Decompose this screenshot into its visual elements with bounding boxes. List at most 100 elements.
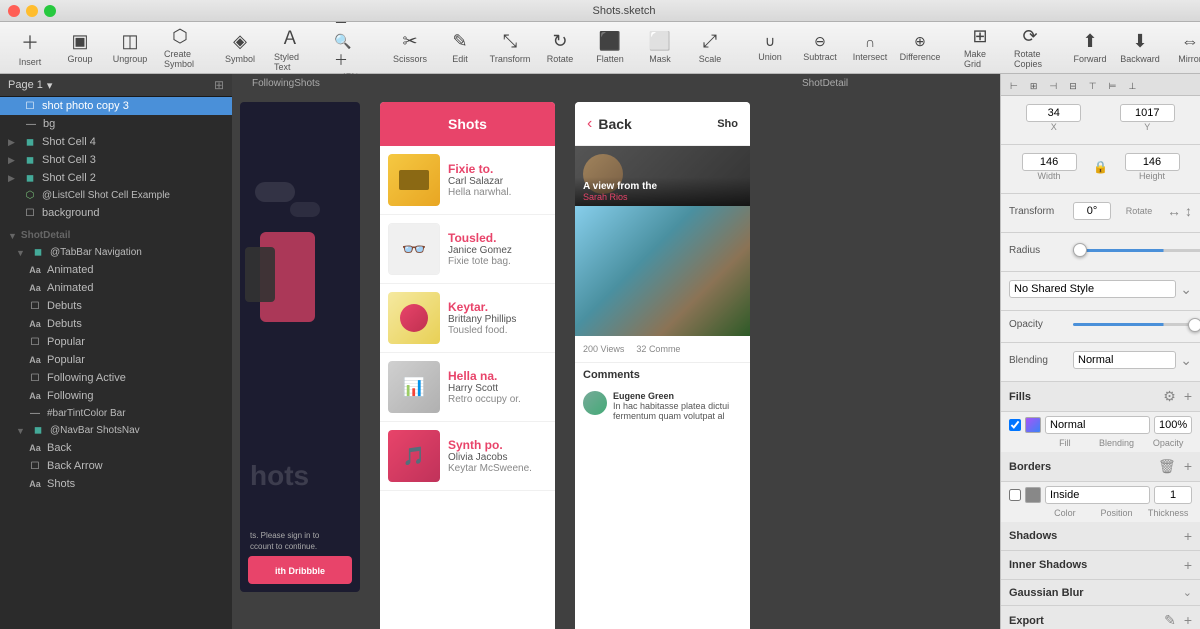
insert-tool[interactable]: ＋ Insert: [8, 25, 52, 71]
shot-card-3[interactable]: 📊 Hella na. Harry Scott Retro occupy or.: [380, 353, 555, 422]
shadows-add-icon[interactable]: +: [1184, 528, 1192, 544]
canvas[interactable]: FollowingShots ShotDetail hots ts. Pleas…: [232, 74, 1000, 629]
flip-v-icon[interactable]: ↕: [1185, 203, 1192, 219]
scissors-tool[interactable]: ✂ Scissors: [388, 27, 432, 68]
make-grid-tool[interactable]: ⊞ Make Grid: [958, 22, 1002, 73]
mask-tool[interactable]: ⬜ Mask: [638, 27, 682, 68]
back-button[interactable]: ‹: [587, 115, 592, 133]
y-input[interactable]: [1120, 104, 1175, 122]
flip-h-icon[interactable]: ↔: [1167, 203, 1181, 219]
layer-following[interactable]: Aa Following: [0, 387, 232, 405]
size-lock-icon[interactable]: 🔒: [1093, 160, 1108, 174]
layer-shot-photo-copy[interactable]: ☐ shot photo copy 3: [0, 97, 232, 115]
difference-tool[interactable]: ⊕ Difference: [898, 29, 942, 66]
union-tool[interactable]: ∪ Union: [748, 29, 792, 66]
intersect-tool[interactable]: ∩ Intersect: [848, 30, 892, 66]
symbol-label: Symbol: [225, 54, 255, 64]
backward-tool[interactable]: ⬇ Backward: [1118, 27, 1162, 68]
width-input[interactable]: [1022, 153, 1077, 171]
transform-tool[interactable]: ⤡ Transform: [488, 27, 532, 68]
borders-add-icon[interactable]: +: [1184, 458, 1192, 475]
fills-add-icon[interactable]: +: [1184, 388, 1192, 405]
style-dropdown-arrow[interactable]: ⌄: [1180, 281, 1192, 298]
layer-animated-2[interactable]: Aa Animated: [0, 279, 232, 297]
inner-shadows-header: Inner Shadows +: [1001, 551, 1200, 580]
layer-navbar[interactable]: ▼ ◼ @NavBar ShotsNav: [0, 422, 232, 439]
shot-card-4[interactable]: 🎵 Synth po. Olivia Jacobs Keytar McSween…: [380, 422, 555, 491]
border-checkbox[interactable]: [1009, 489, 1021, 501]
fullscreen-button[interactable]: [44, 5, 56, 17]
distribute-h-tab[interactable]: ⊟: [1064, 78, 1082, 95]
flatten-tool[interactable]: ⬛ Flatten: [588, 27, 632, 68]
radius-slider[interactable]: [1073, 249, 1200, 252]
borders-remove-icon[interactable]: 🗑: [1158, 458, 1176, 475]
panel-toggle-icon[interactable]: ⊞: [214, 78, 224, 92]
fill-blending-select[interactable]: Normal: [1045, 416, 1150, 434]
fills-settings-icon[interactable]: ⚙: [1163, 388, 1176, 405]
align-bottom-tab[interactable]: ⊥: [1123, 78, 1141, 95]
layer-shots[interactable]: Aa Shots: [0, 475, 232, 493]
layer-tabbar-nav[interactable]: ▼ ◼ @TabBar Navigation: [0, 244, 232, 261]
minimize-button[interactable]: [26, 5, 38, 17]
border-color-swatch[interactable]: [1025, 487, 1041, 503]
rotate-input[interactable]: [1073, 202, 1111, 220]
x-input[interactable]: [1026, 104, 1081, 122]
subtract-tool[interactable]: ⊖ Subtract: [798, 29, 842, 66]
layer-back-arrow[interactable]: ☐ Back Arrow: [0, 457, 232, 475]
mask-label: Mask: [649, 54, 671, 64]
layer-bg[interactable]: — bg: [0, 115, 232, 133]
layer-following-active[interactable]: ☐ Following Active: [0, 369, 232, 387]
rotate-copies-tool[interactable]: ⟳ Rotate Copies: [1008, 22, 1052, 73]
layer-popular-2[interactable]: Aa Popular: [0, 351, 232, 369]
create-symbol-tool[interactable]: ⬡ Create Symbol: [158, 22, 202, 73]
fill-color-swatch[interactable]: [1025, 417, 1041, 433]
layer-bartint[interactable]: — #barTintColor Bar: [0, 405, 232, 422]
page-dropdown-arrow[interactable]: ▾: [47, 79, 53, 92]
shot-card-2[interactable]: Keytar. Brittany Phillips Tousled food.: [380, 284, 555, 353]
inner-shadows-add-icon[interactable]: +: [1184, 557, 1192, 573]
group-tool[interactable]: ▣ Group: [58, 27, 102, 68]
blur-expand-icon[interactable]: ⌄: [1183, 586, 1192, 599]
align-center-h-tab[interactable]: ⊞: [1025, 78, 1043, 95]
scale-tool[interactable]: ⤢ Scale: [688, 27, 732, 68]
layer-debuts-2[interactable]: Aa Debuts: [0, 315, 232, 333]
align-left-tab[interactable]: ⊢: [1005, 78, 1023, 95]
symbol-tool[interactable]: ◈ Symbol: [218, 27, 262, 68]
layer-background[interactable]: ☐ background: [0, 204, 232, 222]
layer-animated-1[interactable]: Aa Animated: [0, 261, 232, 279]
align-top-tab[interactable]: ⊤: [1084, 78, 1102, 95]
border-thickness-input[interactable]: [1154, 486, 1192, 504]
shared-style-select[interactable]: No Shared Style: [1009, 280, 1176, 298]
export-add-icon[interactable]: +: [1184, 612, 1192, 629]
layer-list-cell[interactable]: ⬡ @ListCell Shot Cell Example: [0, 187, 232, 204]
ungroup-tool[interactable]: ◫ Ungroup: [108, 27, 152, 68]
height-input[interactable]: [1125, 153, 1180, 171]
styled-text-tool[interactable]: Ａ Styled Text: [268, 20, 312, 76]
edit-tool[interactable]: ✎ Edit: [438, 27, 482, 68]
fill-opacity-input[interactable]: [1154, 416, 1192, 434]
fill-checkbox[interactable]: [1009, 419, 1021, 431]
layer-shot-cell-2[interactable]: ▶ ◼ Shot Cell 2: [0, 169, 232, 187]
opacity-slider[interactable]: [1073, 323, 1200, 326]
shot-card-0[interactable]: Fixie to. Carl Salazar Hella narwhal.: [380, 146, 555, 215]
traffic-lights[interactable]: [8, 5, 56, 17]
forward-tool[interactable]: ⬆ Forward: [1068, 27, 1112, 68]
export-settings-icon[interactable]: ✎: [1164, 612, 1176, 629]
layer-debuts-1[interactable]: ☐ Debuts: [0, 297, 232, 315]
layer-popular-1[interactable]: ☐ Popular: [0, 333, 232, 351]
shot-card-1[interactable]: 👓 Tousled. Janice Gomez Fixie tote bag.: [380, 215, 555, 284]
layer-shot-cell-3[interactable]: ▶ ◼ Shot Cell 3: [0, 151, 232, 169]
border-position-select[interactable]: Inside: [1045, 486, 1150, 504]
align-center-v-tab[interactable]: ⊨: [1104, 78, 1122, 95]
section-shot-detail[interactable]: ▼ ShotDetail: [0, 222, 232, 244]
mirror-tool[interactable]: ⇔ Mirror: [1168, 27, 1200, 68]
align-right-tab[interactable]: ⊣: [1044, 78, 1062, 95]
layer-back[interactable]: Aa Back: [0, 439, 232, 457]
page-selector[interactable]: Page 1 ▾: [8, 79, 52, 92]
dribbble-button[interactable]: ith Dribbble: [248, 556, 352, 584]
layer-shot-cell-4[interactable]: ▶ ◼ Shot Cell 4: [0, 133, 232, 151]
close-button[interactable]: [8, 5, 20, 17]
blending-select[interactable]: Normal: [1073, 351, 1176, 369]
y-field-group: Y: [1103, 104, 1193, 132]
rotate-tool[interactable]: ↻ Rotate: [538, 27, 582, 68]
